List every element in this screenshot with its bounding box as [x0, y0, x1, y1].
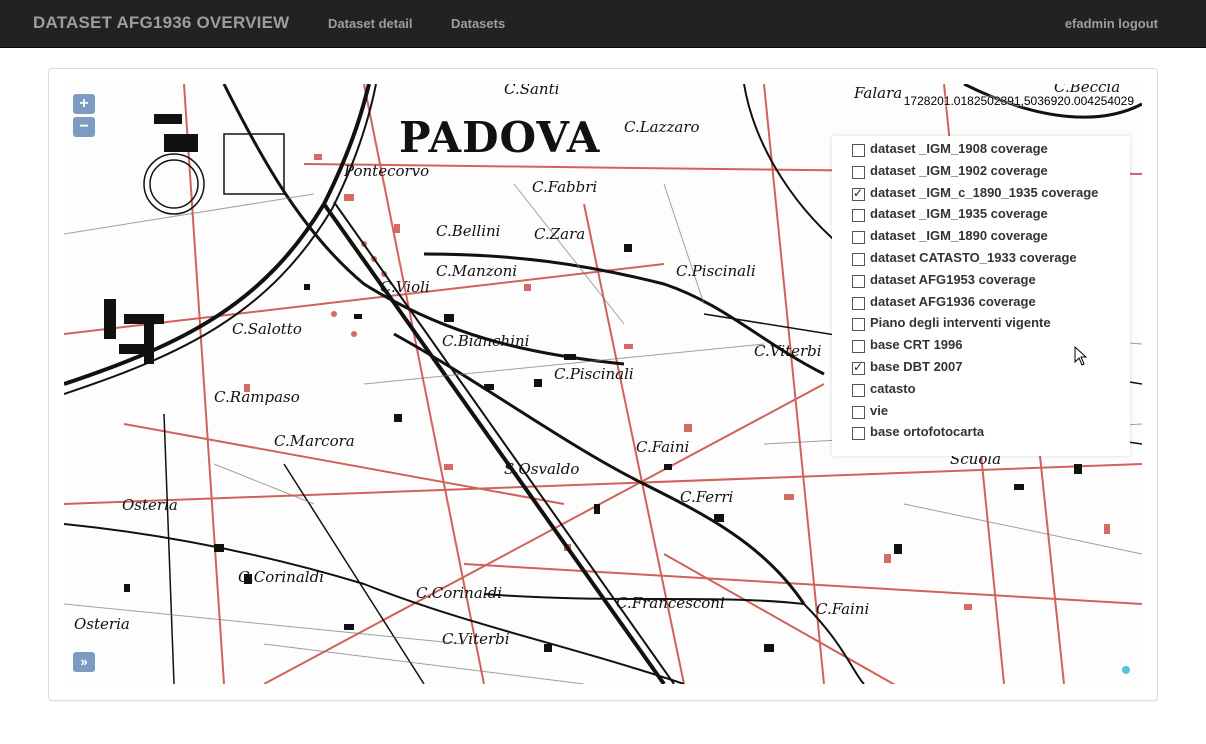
nav-dataset-detail[interactable]: Dataset detail [328, 16, 413, 31]
map-label: C.Zara [534, 225, 585, 243]
map-label: C.Bianchini [442, 332, 530, 350]
layer-checkbox[interactable] [852, 427, 865, 440]
map-label: C.Viterbi [442, 630, 510, 648]
layer-checkbox[interactable] [852, 166, 865, 179]
map-viewport[interactable]: PADOVA C.Lazzaro C.Santi Falara C.Beccia… [64, 84, 1142, 684]
map-label: C.Santi [504, 84, 560, 98]
layer-checkbox[interactable] [852, 297, 865, 310]
map-label: C.Rampaso [214, 388, 300, 406]
map-label: C.Piscinali [676, 262, 756, 280]
map-label: Pontecorvo [343, 162, 429, 180]
zoom-out-button[interactable]: − [73, 117, 95, 137]
map-label-padova: PADOVA [399, 113, 601, 162]
top-navbar: DATASET AFG1936 OVERVIEW Dataset detail … [0, 0, 1206, 48]
layer-checkbox[interactable] [852, 360, 865, 375]
layer-checkbox[interactable] [852, 318, 865, 331]
map-label: C.Bellini [436, 222, 501, 240]
map-label: C.Fabbri [532, 178, 597, 196]
map-label: C.Ferri [680, 488, 734, 506]
map-label: Falara [853, 84, 902, 102]
layer-checkbox[interactable] [852, 340, 865, 353]
mouse-position-readout: 1728201.0182502391,5036920.004254029 [903, 94, 1134, 108]
layer-checkbox[interactable] [852, 253, 865, 266]
map-label: C.Manzoni [436, 262, 517, 280]
user-logout-link[interactable]: efadmin logout [1065, 16, 1158, 31]
map-label: C.Corinaldi [416, 584, 502, 602]
map-label: C.Piscinali [554, 365, 634, 383]
map-label: C.Corinaldi [238, 568, 324, 586]
map-label: C.Viterbi [754, 342, 822, 360]
map-label: C.Marcora [274, 432, 355, 450]
map-label: C.Faini [816, 600, 870, 618]
layer-checkbox[interactable] [852, 186, 865, 201]
map-label: C.Violi [380, 278, 430, 296]
layer-checkbox[interactable] [852, 231, 865, 244]
layer-checkbox[interactable] [852, 144, 865, 157]
page-title[interactable]: DATASET AFG1936 OVERVIEW [33, 13, 289, 33]
nav-datasets[interactable]: Datasets [451, 16, 505, 31]
mouse-cursor-icon [1074, 346, 1088, 366]
map-label: C.Faini [636, 438, 690, 456]
map-label: C.Salotto [232, 320, 302, 338]
layer-checkbox[interactable] [852, 406, 865, 419]
layer-checkbox[interactable] [852, 209, 865, 222]
layer-checkbox[interactable] [852, 275, 865, 288]
map-label: S.Osvaldo [504, 460, 579, 478]
map-label: Osteria [74, 615, 130, 633]
layer-switcher: dataset _IGM_1908 coverage dataset _IGM_… [832, 136, 1130, 456]
map-label: C.Lazzaro [624, 118, 700, 136]
zoom-in-button[interactable]: + [73, 94, 95, 114]
map-label: Osteria [122, 496, 178, 514]
map-label: C.Francesconi [616, 594, 725, 612]
layer-checkbox[interactable] [852, 384, 865, 397]
attribution-dot-icon[interactable] [1122, 666, 1130, 674]
expand-panel-button[interactable]: » [73, 652, 95, 672]
